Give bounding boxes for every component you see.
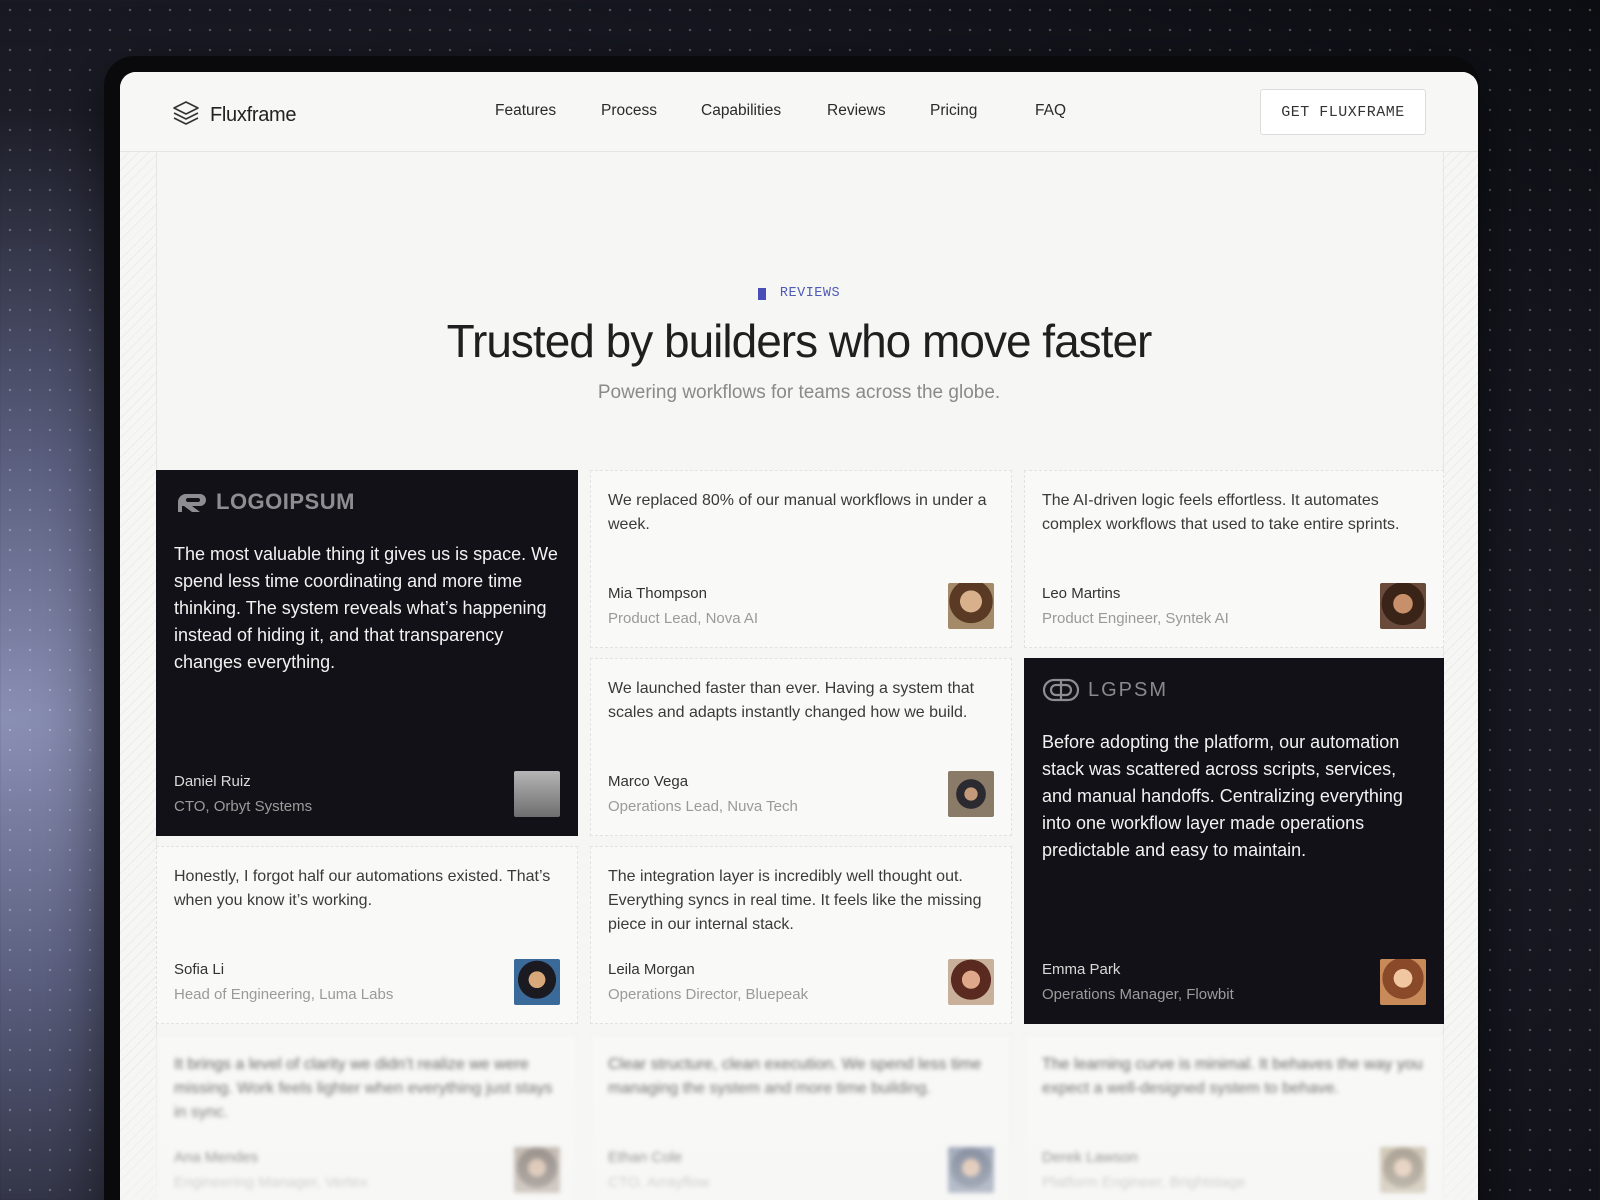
author-role: Operations Director, Bluepeak (608, 986, 809, 1003)
nav-pricing[interactable]: Pricing (930, 102, 977, 120)
logoipsum-icon (178, 494, 206, 512)
avatar (948, 959, 994, 1005)
nav-capabilities[interactable]: Capabilities (701, 102, 781, 120)
testimonial-card-featured: LGPSM Before adopting the platform, our … (1024, 658, 1444, 1024)
author-role: Engineering Manager, Vertex (174, 1174, 368, 1191)
author-name: Marco Vega (608, 773, 689, 790)
avatar (1380, 959, 1426, 1005)
testimonial-author: Ana Mendes Engineering Manager, Vertex (174, 1149, 367, 1191)
eyebrow-label: REVIEWS (779, 286, 841, 301)
nav-features[interactable]: Features (495, 102, 556, 120)
testimonial-card-featured: LOGOIPSUM The most valuable thing it giv… (156, 470, 578, 836)
section-title: Trusted by builders who move faster (446, 315, 1153, 367)
nav-process[interactable]: Process (601, 102, 657, 120)
get-fluxframe-button[interactable]: GET FLUXFRAME (1260, 89, 1426, 135)
testimonial-quote: Honestly, I forgot half our automations … (174, 868, 551, 909)
testimonial-card: It brings a level of clarity we didn’t r… (156, 1034, 578, 1200)
avatar (514, 1147, 560, 1193)
testimonial-author: Marco Vega Operations Lead, Nuva Tech (608, 773, 798, 815)
section-subtitle: Powering workflows for teams across the … (597, 382, 1001, 403)
lgpsm-icon (1042, 678, 1080, 702)
avatar (948, 1147, 994, 1193)
testimonial-card: Clear structure, clean execution. We spe… (590, 1034, 1012, 1200)
testimonial-author: Emma Park Operations Manager, Flowbit (1042, 961, 1234, 1003)
square-marker-icon (757, 287, 766, 300)
author-role: Product Engineer, Syntek AI (1042, 610, 1229, 627)
top-navigation: Fluxframe Features Process Capabilities … (120, 72, 1478, 152)
testimonial-card: We launched faster than ever. Having a s… (590, 658, 1012, 836)
browser-screen: Fluxframe Features Process Capabilities … (120, 72, 1478, 1200)
testimonial-quote: Before adopting the platform, our automa… (1042, 732, 1403, 860)
left-gutter-pattern (120, 152, 156, 1200)
author-name: Daniel Ruiz (174, 773, 251, 790)
author-role: CTO, Arrayflow (608, 1174, 710, 1191)
author-role: Operations Lead, Nuva Tech (608, 798, 798, 815)
testimonial-quote: We launched faster than ever. Having a s… (608, 680, 975, 721)
avatar (948, 583, 994, 629)
author-name: Sofia Li (174, 961, 225, 978)
testimonial-quote: The learning curve is minimal. It behave… (1042, 1056, 1423, 1097)
avatar (1380, 1147, 1426, 1193)
testimonial-quote: Clear structure, clean execution. We spe… (608, 1056, 982, 1097)
avatar (1380, 583, 1426, 629)
brand[interactable]: Fluxframe (172, 100, 297, 131)
author-role: Platform Engineer, Brightstage (1042, 1174, 1246, 1191)
author-role: Head of Engineering, Luma Labs (174, 986, 394, 1003)
author-role: Operations Manager, Flowbit (1042, 986, 1234, 1003)
company-logo: LOGOIPSUM (174, 489, 560, 515)
author-name: Ethan Cole (608, 1149, 683, 1166)
avatar (514, 771, 560, 817)
avatar (948, 771, 994, 817)
section-eyebrow: REVIEWS (120, 286, 1478, 301)
logo-wordmark: LOGOIPSUM (216, 489, 355, 514)
testimonial-card: We replaced 80% of our manual workflows … (590, 470, 1012, 648)
testimonial-quote: The most valuable thing it gives us is s… (174, 544, 558, 672)
testimonial-author: Leila Morgan Operations Director, Bluepe… (608, 961, 808, 1003)
testimonial-card: The integration layer is incredibly well… (590, 846, 1012, 1024)
author-name: Emma Park (1042, 961, 1121, 978)
testimonial-quote: It brings a level of clarity we didn’t r… (174, 1056, 553, 1121)
avatar (514, 959, 560, 1005)
testimonial-author: Daniel Ruiz CTO, Orbyt Systems (174, 773, 312, 815)
logo-wordmark: LGPSM (1088, 678, 1169, 701)
author-name: Leila Morgan (608, 961, 695, 978)
testimonial-quote: We replaced 80% of our manual workflows … (608, 492, 987, 533)
author-role: CTO, Orbyt Systems (174, 798, 313, 815)
testimonial-card: Honestly, I forgot half our automations … (156, 846, 578, 1024)
right-gutter-pattern (1442, 152, 1478, 1200)
testimonial-quote: The integration layer is incredibly well… (608, 868, 982, 933)
author-role: Product Lead, Nova AI (608, 610, 759, 627)
nav-faq[interactable]: FAQ (1035, 102, 1066, 120)
author-name: Derek Lawson (1042, 1149, 1138, 1166)
layers-icon (172, 100, 200, 131)
author-name: Ana Mendes (174, 1149, 259, 1166)
testimonial-author: Mia Thompson Product Lead, Nova AI (608, 585, 758, 627)
testimonial-author: Leo Martins Product Engineer, Syntek AI (1042, 585, 1229, 627)
testimonial-author: Derek Lawson Platform Engineer, Brightst… (1042, 1149, 1245, 1191)
testimonial-author: Ethan Cole CTO, Arrayflow (608, 1149, 709, 1191)
testimonial-card: The learning curve is minimal. It behave… (1024, 1034, 1444, 1200)
brand-name: Fluxframe (210, 104, 297, 126)
testimonial-quote: The AI-driven logic feels effortless. It… (1042, 492, 1400, 533)
testimonial-card: The AI-driven logic feels effortless. It… (1024, 470, 1444, 648)
author-name: Mia Thompson (608, 585, 707, 602)
company-logo: LGPSM (1042, 677, 1426, 703)
nav-reviews[interactable]: Reviews (827, 102, 886, 120)
author-name: Leo Martins (1042, 585, 1121, 602)
testimonial-author: Sofia Li Head of Engineering, Luma Labs (174, 961, 393, 1003)
